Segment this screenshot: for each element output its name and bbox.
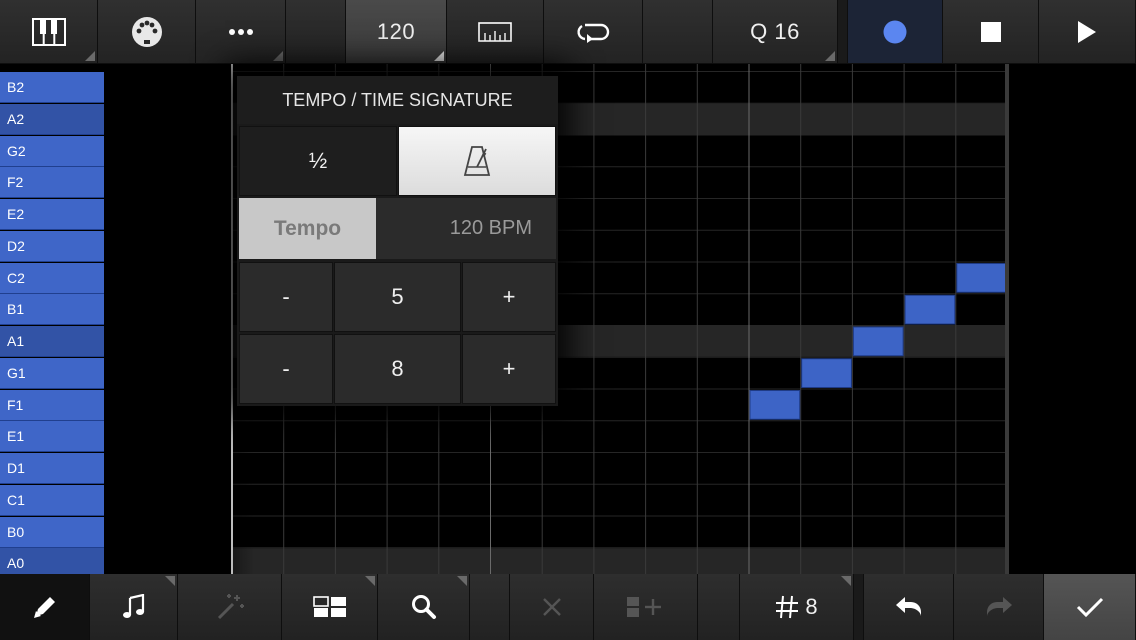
tempo-mode-button[interactable]: Tempo [239, 198, 376, 259]
numerator-value: 5 [334, 262, 461, 332]
bottom-toolbar: 8 [0, 574, 1136, 640]
toolbar-spacer [470, 574, 510, 640]
piano-key-d1[interactable]: D1 [0, 453, 104, 484]
toolbar-spacer [854, 574, 864, 640]
piano-key-c2[interactable]: C2 [0, 262, 104, 294]
undo-button[interactable] [864, 574, 954, 640]
tempo-value: 120 BPM [376, 198, 556, 259]
stop-button[interactable] [943, 0, 1039, 64]
play-icon [1078, 20, 1096, 43]
metronome-icon [463, 146, 491, 176]
toolbar-spacer [286, 0, 346, 64]
playhead-line [231, 64, 233, 574]
piano-key-b0[interactable]: B0 [0, 516, 104, 548]
tempo-time-signature-dialog: TEMPO / TIME SIGNATURE ½ Tempo 120 BPM -… [237, 76, 558, 406]
midi-note [904, 294, 956, 325]
piano-icon [31, 17, 66, 46]
numerator-decrease-button[interactable]: - [239, 262, 333, 332]
midi-button[interactable] [98, 0, 196, 64]
toolbar-spacer [838, 0, 848, 64]
piano-key-g1[interactable]: G1 [0, 357, 104, 389]
midi-note [749, 390, 801, 420]
ruler-icon [478, 21, 512, 42]
magic-wand-icon [217, 594, 244, 620]
piano-key-g2[interactable]: G2 [0, 135, 104, 167]
piano-key-e2[interactable]: E2 [0, 199, 104, 230]
piano-key-b2[interactable]: B2 [0, 72, 104, 103]
delete-icon [542, 598, 561, 616]
toolbar-spacer [698, 574, 740, 640]
pencil-tool-button[interactable] [0, 574, 90, 640]
midi-note [956, 263, 1007, 293]
more-icon [228, 28, 253, 35]
piano-key-b1[interactable]: B1 [0, 294, 104, 326]
piano-key-a0[interactable]: A0 [0, 548, 104, 574]
pencil-icon [33, 597, 55, 618]
grid-size-button[interactable]: 8 [740, 574, 854, 640]
toolbar-spacer [643, 0, 713, 64]
half-tempo-button[interactable]: ½ [239, 126, 397, 196]
stop-icon [980, 21, 1001, 42]
piano-key-d2[interactable]: D2 [0, 230, 104, 262]
loop-button[interactable] [544, 0, 643, 64]
redo-icon [986, 597, 1012, 616]
metronome-button[interactable] [398, 126, 556, 196]
dialog-title: TEMPO / TIME SIGNATURE [237, 76, 558, 124]
midi-note [801, 358, 852, 388]
piano-keyboard[interactable]: B2 A2 G2 F2 E2 D2 C2 B1 A1 G1 F1 E1 D1 C1 B0 A0 [0, 64, 104, 574]
undo-icon [895, 597, 921, 616]
add-track-button[interactable] [594, 574, 698, 640]
note-tool-button[interactable] [90, 574, 178, 640]
piano-button[interactable] [0, 0, 98, 64]
check-icon [1076, 597, 1103, 618]
tempo-button[interactable]: 120 [346, 0, 447, 64]
note-icon [122, 594, 144, 618]
piano-key-c1[interactable]: C1 [0, 484, 104, 516]
piano-key-a1[interactable]: A1 [0, 326, 104, 357]
play-button[interactable] [1039, 0, 1136, 64]
layout-icon [312, 596, 346, 617]
piano-key-f2[interactable]: F2 [0, 167, 104, 199]
add-track-icon [626, 597, 661, 617]
redo-button[interactable] [954, 574, 1044, 640]
more-button[interactable] [196, 0, 286, 64]
delete-button[interactable] [510, 574, 594, 640]
piano-key-a2[interactable]: A2 [0, 103, 104, 135]
denominator-decrease-button[interactable]: - [239, 334, 333, 404]
numerator-increase-button[interactable]: + [462, 262, 556, 332]
grid-row-highlight [232, 548, 1008, 574]
piano-key-e1[interactable]: E1 [0, 421, 104, 453]
grid-hash-icon [776, 595, 799, 619]
midi-icon [131, 16, 162, 47]
tempo-button-label: 120 [376, 18, 416, 44]
confirm-button[interactable] [1044, 574, 1136, 640]
quantize-button[interactable]: Q 16 [713, 0, 838, 64]
denominator-value: 8 [334, 334, 461, 404]
quantize-label: Q 16 [750, 18, 800, 44]
record-button[interactable] [848, 0, 943, 64]
grid-end-border [1005, 64, 1009, 574]
grid-size-label: 8 [805, 594, 818, 619]
top-toolbar: 120 Q 16 [0, 0, 1136, 64]
loop-icon [577, 23, 610, 43]
record-icon [883, 20, 907, 43]
half-tempo-label: ½ [308, 148, 328, 173]
search-button[interactable] [378, 574, 470, 640]
magic-wand-button[interactable] [178, 574, 282, 640]
search-icon [411, 595, 436, 619]
ruler-button[interactable] [447, 0, 544, 64]
layout-button[interactable] [282, 574, 378, 640]
piano-key-f1[interactable]: F1 [0, 389, 104, 421]
denominator-increase-button[interactable]: + [462, 334, 556, 404]
midi-note [852, 326, 904, 357]
